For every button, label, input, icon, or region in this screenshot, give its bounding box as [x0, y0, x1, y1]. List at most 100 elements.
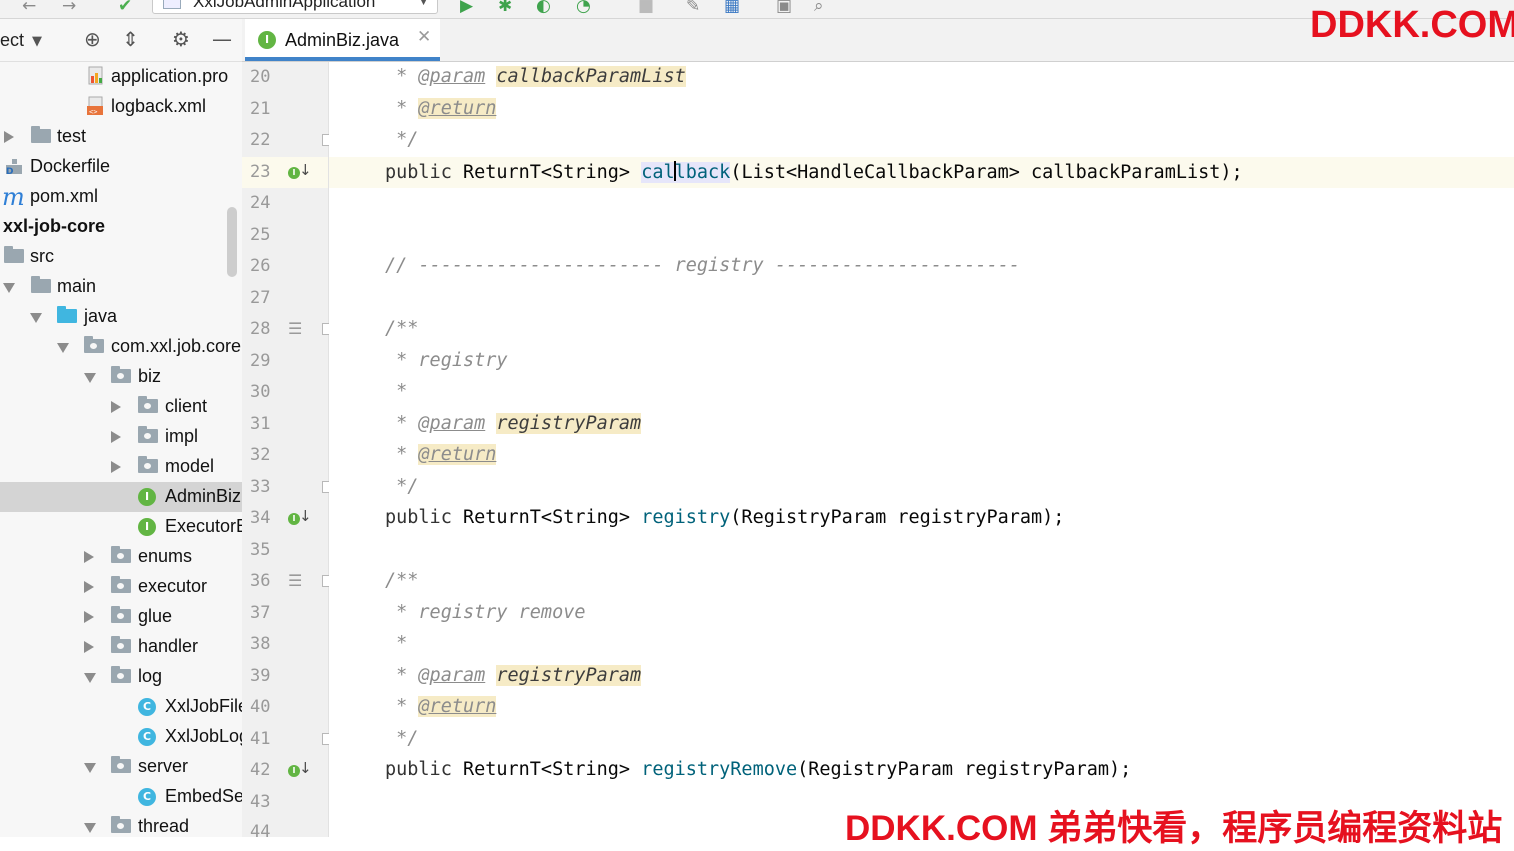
chevron-right-icon[interactable] [84, 581, 94, 593]
run-configuration-select[interactable]: XxlJobAdminApplication ▼ [152, 0, 438, 14]
chevron-right-icon[interactable] [84, 611, 94, 623]
class-icon: C [138, 698, 156, 716]
tree-item[interactable]: C XxlJobFileAppender [0, 692, 242, 722]
chevron-down-icon[interactable]: ▼ [32, 31, 42, 53]
package-icon [138, 426, 158, 443]
forward-icon[interactable]: → [62, 0, 76, 16]
tree-item[interactable]: I ExecutorBiz [0, 512, 242, 542]
stop-icon[interactable]: ■ [638, 0, 654, 16]
line-number: 42 [250, 760, 271, 780]
back-icon[interactable]: ← [22, 0, 36, 16]
chevron-right-icon[interactable] [84, 641, 94, 653]
tree-item[interactable]: executor [0, 572, 242, 602]
tree-item-label: client [165, 396, 208, 416]
line-number: 41 [250, 729, 271, 749]
line-number: 25 [250, 225, 271, 245]
project-tree: application.pro <> logback.xml test D Do… [0, 62, 242, 837]
code-line: public ReturnT<String> callback(List<Han… [385, 161, 1243, 183]
tree-item[interactable]: m pom.xml [0, 182, 242, 212]
line-number: 39 [250, 666, 271, 686]
vcs-icon[interactable]: ▣ [776, 0, 792, 16]
tree-item-label: pom.xml [30, 186, 99, 206]
tree-item[interactable]: java [0, 302, 242, 332]
code-line: * @return [385, 98, 497, 119]
docker-file-icon: D [4, 156, 22, 177]
tree-item[interactable]: biz [0, 362, 242, 392]
chevron-right-icon[interactable] [111, 431, 121, 443]
project-panel-title[interactable]: ect [0, 30, 24, 51]
tree-item[interactable]: xxl-job-core [0, 212, 242, 242]
tree-item-label: handler [138, 636, 199, 656]
chevron-down-icon[interactable] [84, 373, 96, 383]
package-icon [111, 666, 131, 683]
editor-tab-active[interactable]: I AdminBiz.java ✕ [245, 19, 440, 61]
search-icon[interactable]: ⌕ [814, 0, 824, 16]
coverage-icon[interactable]: ◐ [536, 0, 551, 16]
close-icon[interactable]: ✕ [417, 27, 431, 47]
line-number: 27 [250, 288, 271, 308]
tree-item[interactable]: glue [0, 602, 242, 632]
package-icon [111, 816, 131, 833]
tree-item-selected[interactable]: I AdminBiz [0, 482, 242, 512]
watermark-bottom: DDKK.COM 弟弟快看，程序员编程资料站 [845, 809, 1503, 848]
project-structure-icon[interactable]: ▦ [724, 0, 740, 16]
line-number: 34 [250, 508, 271, 528]
code-line: * registry remove [385, 602, 586, 623]
tree-item[interactable]: test [0, 122, 242, 152]
implemented-marker-icon[interactable]: I ↓ [288, 759, 312, 781]
debug-icon[interactable]: ✱ [498, 0, 512, 16]
tree-item-label: enums [138, 546, 193, 566]
tree-item[interactable]: impl [0, 422, 242, 452]
tree-item[interactable]: log [0, 662, 242, 692]
rendered-doc-toggle-icon[interactable]: ☰ [288, 320, 302, 338]
code-line: */ [385, 728, 419, 749]
chevron-down-icon[interactable] [84, 823, 96, 833]
chevron-right-icon[interactable] [4, 131, 14, 143]
line-number: 44 [250, 822, 271, 842]
tree-item[interactable]: client [0, 392, 242, 422]
locate-icon[interactable]: ⊕ [84, 28, 101, 50]
line-number: 32 [250, 445, 271, 465]
run-icon[interactable]: ▶ [460, 0, 473, 16]
tree-scrollbar[interactable] [227, 207, 237, 277]
class-icon: C [138, 788, 156, 806]
tree-item[interactable]: enums [0, 542, 242, 572]
tree-item[interactable]: model [0, 452, 242, 482]
tree-item[interactable]: server [0, 752, 242, 782]
tree-item[interactable]: com.xxl.job.core [0, 332, 242, 362]
tree-item[interactable]: <> logback.xml [0, 92, 242, 122]
chevron-down-icon[interactable] [84, 673, 96, 683]
chevron-right-icon[interactable] [84, 551, 94, 563]
collapse-all-icon[interactable]: ⇕ [122, 28, 139, 50]
chevron-right-icon[interactable] [111, 401, 121, 413]
tree-item[interactable]: handler [0, 632, 242, 662]
code-line: * @return [385, 696, 497, 717]
tree-item[interactable]: C XxlJobLogger [0, 722, 242, 752]
properties-file-icon [86, 66, 104, 86]
chevron-down-icon[interactable] [3, 283, 15, 293]
tree-item[interactable]: thread [0, 812, 242, 837]
chevron-right-icon[interactable] [111, 461, 121, 473]
profile-icon[interactable]: ◔ [576, 0, 591, 16]
chevron-down-icon[interactable] [84, 763, 96, 773]
tree-item[interactable]: application.pro [0, 62, 242, 92]
tree-item[interactable]: D Dockerfile [0, 152, 242, 182]
tree-item[interactable]: main [0, 272, 242, 302]
tree-item-label: XxlJobLogger [165, 726, 242, 746]
gear-icon[interactable]: ⚙ [172, 28, 190, 50]
wrench-icon[interactable]: ✎ [686, 0, 700, 16]
build-icon[interactable]: ✔ [118, 0, 132, 16]
interface-icon: I [138, 518, 156, 536]
line-number: 20 [250, 67, 271, 87]
tree-item-label: glue [138, 606, 173, 626]
rendered-doc-toggle-icon[interactable]: ☰ [288, 572, 302, 590]
chevron-down-icon[interactable] [30, 313, 42, 323]
watermark-top: DDKK.COM [1310, 4, 1514, 46]
hide-icon[interactable]: — [212, 28, 232, 50]
chevron-down-icon[interactable] [57, 343, 69, 353]
implemented-marker-icon[interactable]: I ↓ [288, 507, 312, 529]
line-number: 31 [250, 414, 271, 434]
implemented-marker-icon[interactable]: I ↓ [288, 161, 312, 183]
tree-item[interactable]: src [0, 242, 242, 272]
tree-item[interactable]: C EmbedServer [0, 782, 242, 812]
